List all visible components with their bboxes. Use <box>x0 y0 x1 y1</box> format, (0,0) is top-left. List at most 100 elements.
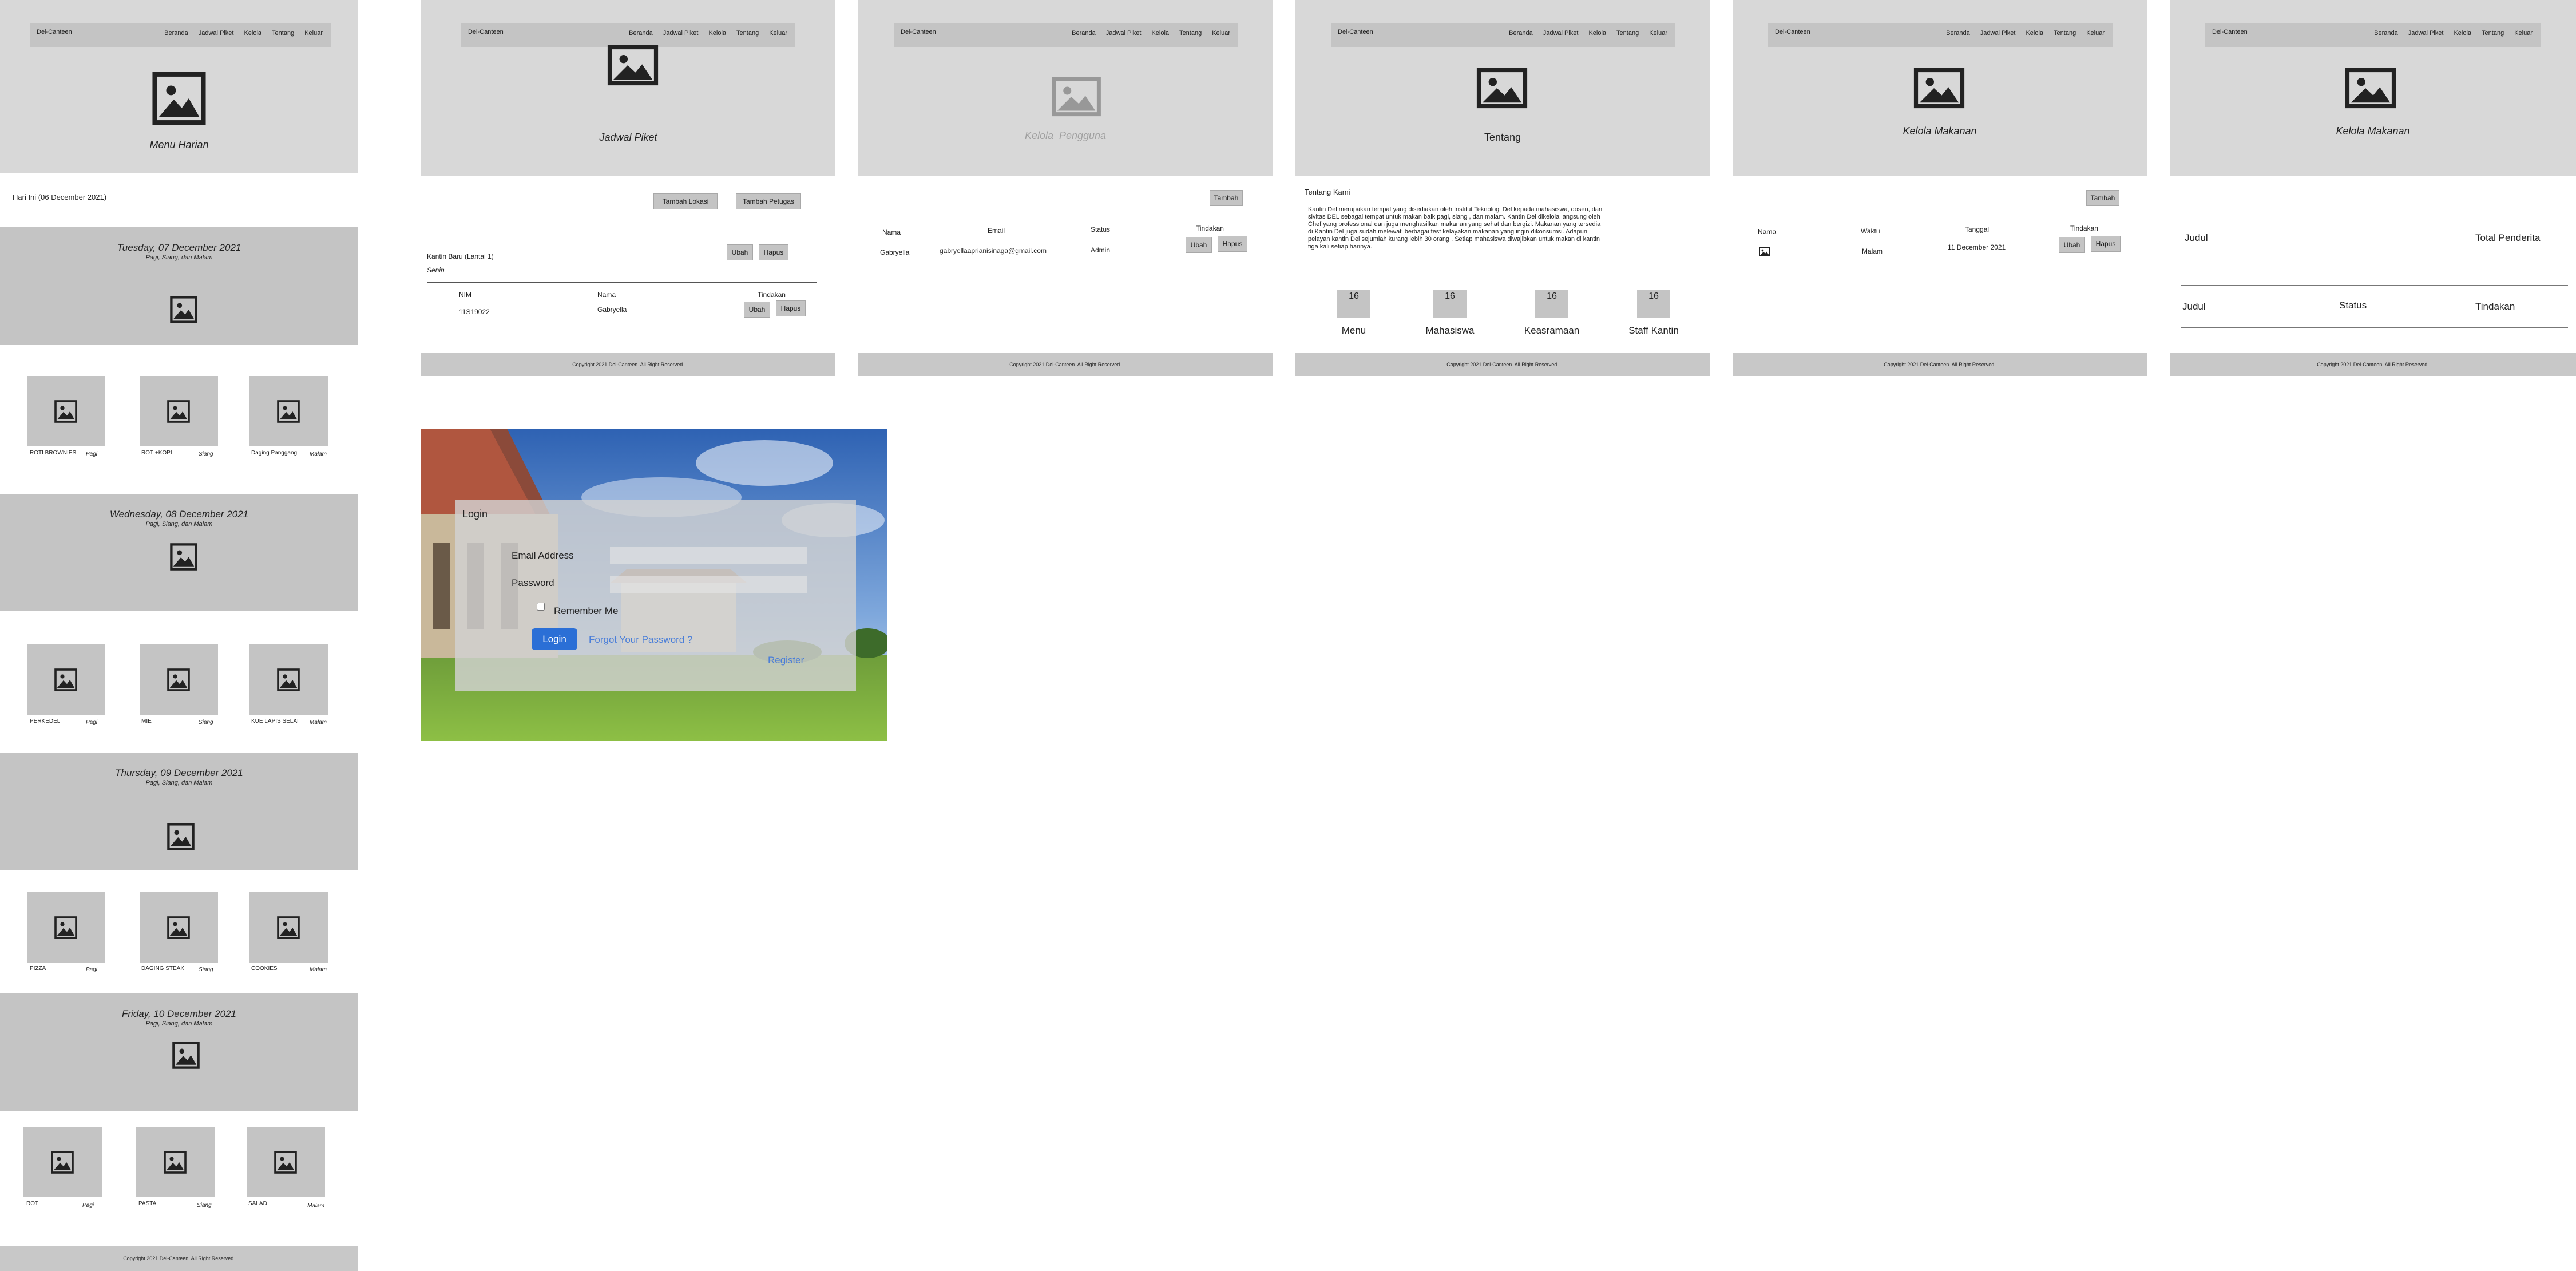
nav-kelola[interactable]: Kelola <box>2026 30 2043 37</box>
nav-kelola[interactable]: Kelola <box>1151 30 1169 37</box>
frame-menu-harian: Del-Canteen Beranda Jadwal Piket Kelola … <box>0 0 358 1271</box>
food-image[interactable] <box>249 376 328 446</box>
nav-kelola[interactable]: Kelola <box>244 30 261 37</box>
food-image[interactable] <box>140 376 218 446</box>
hapus-button[interactable]: Hapus <box>1218 236 1247 252</box>
nav-tentang[interactable]: Tentang <box>736 30 759 37</box>
nav-kelola[interactable]: Kelola <box>2454 30 2471 37</box>
nav-jadwal-piket[interactable]: Jadwal Piket <box>663 30 699 37</box>
food-name: ROTI+KOPI <box>141 450 172 456</box>
nav-keluar[interactable]: Keluar <box>2086 30 2105 37</box>
navbar: Del-Canteen Beranda Jadwal Piket Kelola … <box>2205 23 2541 47</box>
email-label: Email Address <box>512 550 574 561</box>
column-header: Total Penderita <box>2475 232 2541 243</box>
nav-beranda[interactable]: Beranda <box>164 30 188 37</box>
ubah-button[interactable]: Ubah <box>2059 237 2085 253</box>
nav-tentang[interactable]: Tentang <box>2054 30 2076 37</box>
password-field[interactable] <box>610 576 807 593</box>
nav-tentang[interactable]: Tentang <box>272 30 294 37</box>
food-image[interactable] <box>136 1127 215 1197</box>
nav-beranda[interactable]: Beranda <box>1946 30 1970 37</box>
image-placeholder-icon <box>607 45 659 86</box>
nav-kelola[interactable]: Kelola <box>708 30 726 37</box>
nav-jadwal-piket[interactable]: Jadwal Piket <box>1543 30 1579 37</box>
nav-beranda[interactable]: Beranda <box>1509 30 1533 37</box>
brand-logo[interactable]: Del-Canteen <box>2212 29 2248 35</box>
hapus-button[interactable]: Hapus <box>776 300 806 316</box>
day-banner: Tuesday, 07 December 2021 Pagi, Siang, d… <box>0 227 358 345</box>
brand-logo[interactable]: Del-Canteen <box>901 29 936 35</box>
ubah-lokasi-button[interactable]: Ubah <box>727 244 753 260</box>
register-link[interactable]: Register <box>768 655 804 666</box>
food-image[interactable] <box>27 892 105 963</box>
nav-keluar[interactable]: Keluar <box>2514 30 2533 37</box>
stat-label: Keasramaan <box>1524 325 1580 336</box>
food-image[interactable] <box>27 644 105 715</box>
food-time: Siang <box>199 451 213 457</box>
login-card: Login Email Address Password Remember Me… <box>455 500 856 691</box>
food-time: Malam <box>310 967 327 973</box>
nav-tentang[interactable]: Tentang <box>1179 30 1202 37</box>
brand-logo[interactable]: Del-Canteen <box>37 29 72 35</box>
forgot-password-link[interactable]: Forgot Your Password ? <box>589 634 692 646</box>
hero-banner: Del-Canteen Beranda Jadwal Piket Kelola … <box>1733 0 2147 176</box>
nav-links: Beranda Jadwal Piket Kelola Tentang Kelu… <box>1509 30 1667 37</box>
hapus-lokasi-button[interactable]: Hapus <box>759 244 788 260</box>
email-field[interactable] <box>610 547 807 564</box>
nav-keluar[interactable]: Keluar <box>769 30 787 37</box>
brand-logo[interactable]: Del-Canteen <box>1338 29 1373 35</box>
nav-tentang[interactable]: Tentang <box>1616 30 1639 37</box>
food-image[interactable] <box>249 644 328 715</box>
ubah-button[interactable]: Ubah <box>1186 237 1212 253</box>
nav-beranda[interactable]: Beranda <box>629 30 653 37</box>
nav-jadwal-piket[interactable]: Jadwal Piket <box>1980 30 2016 37</box>
login-button[interactable]: Login <box>532 628 577 650</box>
image-placeholder-icon <box>164 1151 187 1174</box>
brand-logo[interactable]: Del-Canteen <box>1775 29 1810 35</box>
column-header: Tanggal <box>1965 225 1990 233</box>
food-image[interactable] <box>140 892 218 963</box>
nav-keluar[interactable]: Keluar <box>304 30 323 37</box>
nav-beranda[interactable]: Beranda <box>1072 30 1096 37</box>
nav-keluar[interactable]: Keluar <box>1212 30 1230 37</box>
image-placeholder-icon <box>277 916 300 939</box>
nav-jadwal-piket[interactable]: Jadwal Piket <box>199 30 234 37</box>
food-image[interactable] <box>140 644 218 715</box>
frame-kelola-pengguna: Del-Canteen Beranda Jadwal Piket Kelola … <box>858 0 1273 376</box>
tambah-petugas-button[interactable]: Tambah Petugas <box>736 193 801 209</box>
remember-me-checkbox[interactable] <box>537 603 545 611</box>
tambah-button[interactable]: Tambah <box>1210 190 1243 206</box>
column-header: Nama <box>882 228 901 236</box>
stat-keasramaan: 16 <box>1535 290 1568 318</box>
food-name: ROTI BROWNIES <box>30 450 77 456</box>
nav-jadwal-piket[interactable]: Jadwal Piket <box>2408 30 2444 37</box>
stat-label: Mahasiswa <box>1425 325 1475 336</box>
navbar: Del-Canteen Beranda Jadwal Piket Kelola … <box>30 23 331 47</box>
food-image[interactable] <box>27 376 105 446</box>
page-title: Kelola Makanan <box>2336 125 2410 137</box>
ubah-button[interactable]: Ubah <box>744 302 770 318</box>
remember-me-label: Remember Me <box>554 605 619 616</box>
nav-kelola[interactable]: Kelola <box>1588 30 1606 37</box>
password-label: Password <box>512 577 554 588</box>
nav-keluar[interactable]: Keluar <box>1649 30 1667 37</box>
food-image[interactable] <box>23 1127 102 1197</box>
footer: Copyright 2021 Del-Canteen. All Right Re… <box>2170 353 2576 376</box>
hero-banner: Del-Canteen Beranda Jadwal Piket Kelola … <box>421 0 835 176</box>
image-placeholder-icon <box>1051 77 1102 117</box>
food-image[interactable] <box>247 1127 325 1197</box>
nav-jadwal-piket[interactable]: Jadwal Piket <box>1106 30 1142 37</box>
nav-tentang[interactable]: Tentang <box>2482 30 2504 37</box>
nav-links: Beranda Jadwal Piket Kelola Tentang Kelu… <box>1072 30 1230 37</box>
food-image[interactable] <box>249 892 328 963</box>
divider <box>2181 327 2568 328</box>
navbar: Del-Canteen Beranda Jadwal Piket Kelola … <box>461 23 795 47</box>
hapus-button[interactable]: Hapus <box>2091 236 2121 252</box>
day-subtitle: Pagi, Siang, dan Malam <box>145 521 213 528</box>
tambah-button[interactable]: Tambah <box>2086 190 2119 206</box>
brand-logo[interactable]: Del-Canteen <box>468 29 504 35</box>
food-name: KUE LAPIS SELAI <box>251 718 299 724</box>
tambah-lokasi-button[interactable]: Tambah Lokasi <box>653 193 718 209</box>
about-paragraph: Kantin Del merupakan tempat yang disedia… <box>1308 206 1603 250</box>
nav-beranda[interactable]: Beranda <box>2374 30 2398 37</box>
